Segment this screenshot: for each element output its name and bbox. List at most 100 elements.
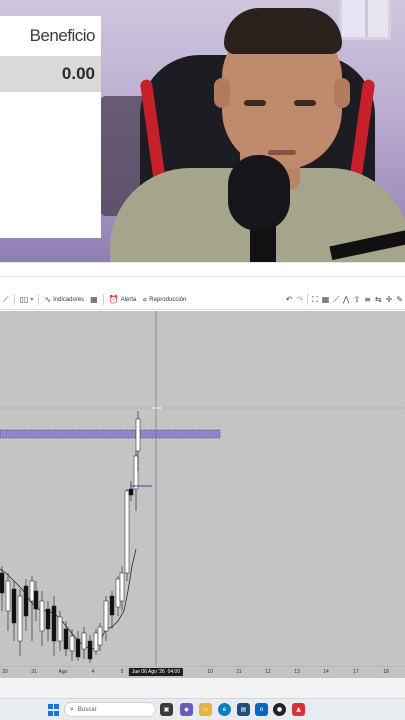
templates-button[interactable]: ▦	[87, 290, 101, 309]
candle	[17, 595, 23, 642]
candle	[135, 418, 141, 452]
candle	[109, 595, 115, 616]
person-hair	[224, 8, 342, 54]
x-label: 17	[353, 669, 359, 675]
redo-button[interactable]: ↷	[294, 290, 305, 309]
time-axis: 30 31 Ago 4 5 Jue 06 Ago '26 04:00 10 11…	[0, 666, 405, 678]
candle	[51, 605, 57, 642]
x-label: 5	[120, 669, 124, 675]
profit-header: Beneficio	[29, 26, 96, 45]
taskbar-search[interactable]: ⌕ Buscar	[64, 702, 156, 717]
screen-root: Beneficio 0.00 ⟋ ▯▯ ▾ ∿ Indicadores ▦ ⏰ …	[0, 0, 405, 720]
x-label: 30	[2, 669, 8, 675]
candle	[33, 590, 39, 610]
x-label: 4	[91, 669, 95, 675]
candle	[69, 635, 75, 652]
trend-line-icon: ⟋	[333, 294, 339, 304]
candle	[119, 572, 125, 602]
person-ear-right	[334, 78, 350, 108]
outlook-icon[interactable]: o	[255, 703, 268, 716]
fib-button[interactable]: ≡	[362, 290, 373, 309]
arrow-up-button[interactable]: ⇧	[351, 290, 362, 309]
line-chart-icon: ⟋	[3, 294, 9, 304]
x-label: 11	[236, 669, 242, 675]
drawing-tool-button[interactable]: ⟋	[0, 290, 12, 309]
candle	[63, 628, 69, 650]
trend-line-button[interactable]: ⟋	[331, 290, 341, 309]
candle	[45, 608, 51, 630]
profit-value: 0.00	[0, 56, 101, 92]
chart-footer	[0, 678, 405, 698]
edge-browser-icon[interactable]: e	[218, 703, 231, 716]
x-label: Ago	[58, 669, 68, 675]
price-chart[interactable]	[0, 311, 405, 666]
candle	[133, 455, 139, 490]
fullscreen-button[interactable]: ⛶	[310, 290, 320, 309]
alert-label: Alerta	[120, 296, 137, 303]
measure-button[interactable]: ⇆	[373, 290, 384, 309]
candle	[124, 490, 130, 574]
brush-button[interactable]: ✎	[394, 290, 405, 309]
indicators-label: Indicadores	[53, 296, 85, 303]
undo-button[interactable]: ↶	[284, 290, 295, 309]
person-eye-left	[244, 100, 266, 106]
profit-panel: Beneficio 0.00	[0, 16, 101, 238]
crosshair-time: 04:00	[167, 669, 181, 675]
chart-canvas	[0, 311, 405, 666]
candle	[128, 488, 134, 496]
pattern-button[interactable]: ⋀	[341, 290, 352, 309]
replay-button[interactable]: « Reproducción	[139, 290, 189, 309]
crosshair-button[interactable]: ✛	[384, 290, 395, 309]
redo-icon: ↷	[296, 294, 304, 304]
x-label: 13	[294, 669, 300, 675]
candle	[39, 600, 45, 632]
replay-icon: «	[142, 294, 148, 304]
chart-type-button[interactable]: ▯▯ ▾	[17, 290, 37, 309]
crosshair-date: Jue 06 Ago '26	[131, 669, 165, 675]
person-eye-right	[294, 100, 316, 106]
candle	[87, 640, 93, 660]
alarm-clock-icon: ⏰	[108, 294, 119, 304]
layout-button[interactable]: ▦	[320, 290, 332, 309]
fibonacci-icon: ≡	[364, 294, 371, 304]
chart-toolbar: ⟋ ▯▯ ▾ ∿ Indicadores ▦ ⏰ Alerta « Reprod…	[0, 290, 405, 310]
arrow-up-icon: ⇧	[353, 294, 361, 304]
toolbar-divider	[13, 294, 15, 305]
search-icon: ⌕	[70, 705, 74, 713]
measure-icon: ⇆	[374, 294, 382, 304]
webcam-feed: Beneficio 0.00	[0, 0, 405, 262]
grid-icon: ▦	[90, 294, 98, 304]
layout-grid-icon: ▦	[321, 294, 330, 304]
person-mouth	[268, 150, 296, 155]
candle	[103, 600, 109, 632]
indicators-button[interactable]: ∿ Indicadores	[41, 290, 87, 309]
candle	[93, 632, 99, 652]
x-label: 14	[323, 669, 329, 675]
toolbar-divider	[102, 294, 104, 305]
store-icon[interactable]: ▤	[237, 703, 250, 716]
toolbar-divider	[307, 294, 309, 305]
trading-app-icon[interactable]: ▲	[292, 703, 305, 716]
fullscreen-icon: ⛶	[312, 294, 318, 304]
task-view-icon[interactable]: ▣	[160, 703, 173, 716]
candle	[97, 626, 103, 646]
candle	[75, 638, 81, 658]
undo-icon: ↶	[285, 294, 293, 304]
alert-button[interactable]: ⏰ Alerta	[106, 290, 140, 309]
microphone	[228, 155, 290, 231]
obs-icon[interactable]: ●	[273, 703, 286, 716]
widgets-icon[interactable]: ◆	[180, 703, 193, 716]
candle	[0, 572, 5, 594]
windows-start-icon[interactable]	[48, 704, 60, 716]
supply-zone[interactable]	[0, 429, 221, 439]
candles-icon: ▯▯	[19, 294, 29, 304]
person-ear-left	[214, 78, 230, 108]
candle	[5, 580, 11, 612]
candle	[115, 578, 121, 608]
file-explorer-icon[interactable]: ▭	[199, 703, 212, 716]
header-divider	[0, 276, 405, 277]
candle	[29, 580, 35, 602]
replay-label: Reproducción	[149, 296, 187, 303]
x-label: 18	[383, 669, 389, 675]
background-window	[339, 0, 391, 40]
